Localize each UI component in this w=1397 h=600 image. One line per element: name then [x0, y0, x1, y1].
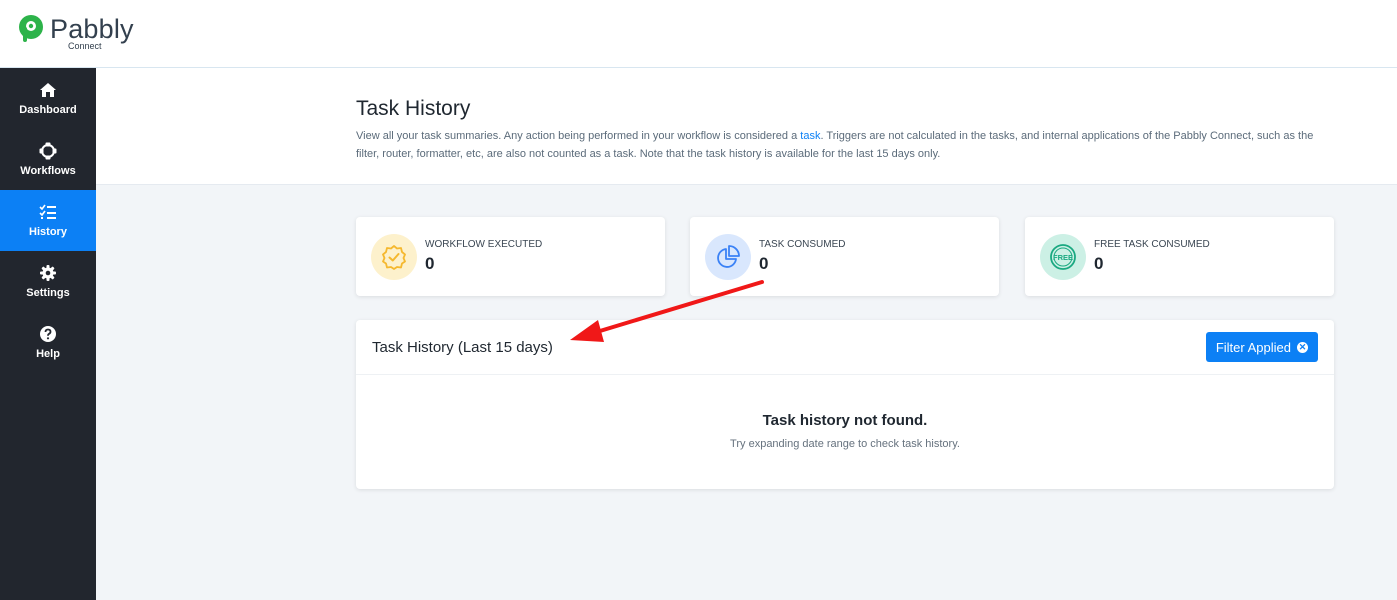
free-badge-icon: FREE — [1040, 234, 1086, 280]
empty-state-title: Task history not found. — [762, 412, 928, 429]
pabbly-logo-icon — [16, 14, 46, 44]
page-header: Task History View all your task summarie… — [96, 68, 1397, 185]
sidebar-item-settings[interactable]: Settings — [0, 251, 96, 312]
annotation-arrow-icon — [570, 280, 764, 342]
sidebar-item-label: Workflows — [20, 165, 76, 177]
workflow-icon — [39, 142, 57, 160]
sidebar: Dashboard Workflows History Settings Hel… — [0, 68, 96, 600]
stat-value: 0 — [425, 254, 435, 273]
stat-label: WORKFLOW EXECUTED — [425, 239, 543, 250]
close-icon[interactable]: ✕ — [1297, 341, 1308, 353]
sidebar-item-help[interactable]: Help — [0, 312, 96, 373]
svg-text:FREE: FREE — [1053, 253, 1073, 262]
list-check-icon — [39, 204, 56, 219]
sidebar-item-label: Help — [36, 348, 60, 360]
description-text: View all your task summaries. Any action… — [356, 130, 801, 142]
badge-check-icon — [371, 234, 417, 280]
stat-label: FREE TASK CONSUMED — [1094, 239, 1210, 250]
sidebar-item-label: Settings — [26, 287, 70, 299]
task-history-card: Task History (Last 15 days) Filter Appli… — [356, 320, 1334, 489]
sidebar-item-dashboard[interactable]: Dashboard — [0, 68, 96, 129]
pie-chart-icon — [705, 234, 751, 280]
sidebar-item-history[interactable]: History — [0, 190, 96, 251]
sidebar-item-workflows[interactable]: Workflows — [0, 129, 96, 190]
stat-value: 0 — [1094, 254, 1104, 273]
stat-card-free-task-consumed: FREE FREE TASK CONSUMED 0 — [1025, 217, 1334, 296]
sidebar-item-label: Dashboard — [19, 104, 77, 116]
stat-value: 0 — [759, 254, 769, 273]
task-history-title: Task History (Last 15 days) — [372, 339, 553, 356]
brand-name: Pabbly — [50, 14, 134, 44]
empty-state-subtitle: Try expanding date range to check task h… — [730, 438, 960, 450]
page-description: View all your task summaries. Any action… — [356, 127, 1336, 163]
stat-label: TASK CONSUMED — [759, 239, 846, 250]
filter-button-label: Filter Applied — [1215, 339, 1291, 355]
pabbly-logo[interactable]: Pabbly Connect — [16, 14, 134, 51]
question-circle-icon — [40, 326, 56, 342]
task-history-header: Task History (Last 15 days) Filter Appli… — [356, 320, 1334, 375]
home-icon — [40, 83, 56, 97]
sidebar-item-label: History — [29, 226, 67, 238]
gear-icon — [40, 265, 56, 281]
task-link[interactable]: task — [800, 130, 820, 142]
page-title: Task History — [356, 97, 471, 120]
top-bar: Pabbly Connect — [0, 0, 1397, 68]
filter-applied-button[interactable]: Filter Applied ✕ — [1205, 332, 1318, 362]
